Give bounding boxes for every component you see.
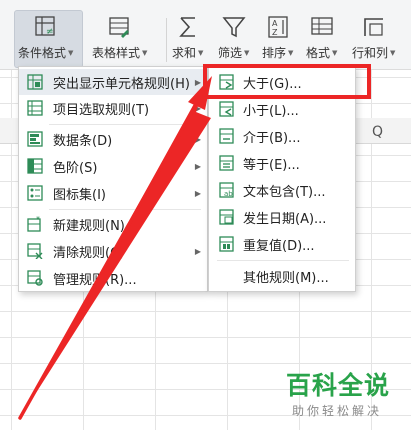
menu-item-label: 新建规则(N)...	[53, 218, 138, 234]
sort-button[interactable]: A Z 排序 ▼	[262, 14, 293, 64]
chevron-right-icon: ▶	[194, 134, 201, 144]
sum-label: 求和	[172, 46, 197, 60]
menu-item-color-scales[interactable]: 色阶(S) ▶	[19, 153, 207, 179]
table-style-label: 表格样式	[92, 46, 141, 60]
chevron-down-icon: ▼	[288, 48, 294, 57]
menu-item-manage-rules[interactable]: 管理规则(R)...	[19, 265, 207, 291]
date-occurring-icon	[219, 209, 234, 225]
icon-sets-icon	[27, 185, 43, 201]
menu-separator	[49, 209, 201, 210]
chevron-down-icon: ▼	[198, 48, 204, 57]
conditional-format-label: 条件格式	[18, 46, 67, 60]
chevron-right-icon: ▶	[194, 246, 201, 256]
chevron-down-icon: ▼	[244, 48, 250, 57]
new-rule-icon: *	[27, 216, 41, 232]
watermark-title: 百科全说	[286, 371, 391, 400]
rows-cols-button[interactable]: 行和列 ▼	[352, 14, 395, 64]
sum-button[interactable]: 求和 ▼	[172, 14, 203, 64]
menu-separator	[217, 260, 349, 261]
submenu-item-date-occurring[interactable]: 发生日期(A)...	[209, 204, 355, 230]
conditional-format-menu: 突出显示单元格规则(H) ▶ 项目选取规则(T) ▶ 数据条(D) ▶ 色阶(S…	[18, 66, 208, 292]
chevron-down-icon: ▼	[332, 48, 338, 57]
chevron-down-icon: ▼	[68, 48, 74, 57]
menu-item-new-rule[interactable]: * 新建规则(N)...	[19, 211, 207, 237]
menu-item-label: 清除规则(C)	[53, 245, 125, 261]
submenu-item-other-rules[interactable]: 其他规则(M)...	[209, 263, 355, 289]
color-scales-icon	[27, 158, 43, 174]
menu-item-label: 色阶(S)	[53, 160, 98, 176]
table-style-icon	[109, 17, 129, 38]
conditional-format-icon: ≠	[35, 16, 55, 37]
menu-separator	[49, 124, 201, 125]
submenu-item-less-than[interactable]: 小于(L)...	[209, 96, 355, 122]
watermark: 百科全说 助你轻松解决	[280, 366, 402, 426]
format-icon	[311, 17, 333, 35]
rows-cols-label: 行和列	[352, 46, 389, 60]
submenu-item-equal-to[interactable]: 等于(E)...	[209, 150, 355, 176]
between-icon	[219, 128, 234, 144]
highlight-rules-submenu: 大于(G)... 小于(L)... 介于(B)... 等于(E)... ab 文…	[208, 66, 356, 292]
submenu-item-label: 大于(G)...	[243, 76, 302, 92]
menu-item-top-bottom-rules[interactable]: 项目选取规则(T) ▶	[19, 95, 207, 121]
sigma-icon	[178, 17, 195, 37]
greater-than-icon	[219, 74, 234, 90]
submenu-item-text-contains[interactable]: ab 文本包含(T)...	[209, 177, 355, 203]
filter-label: 筛选	[218, 46, 243, 60]
table-style-button[interactable]: 表格样式 ▼	[92, 14, 147, 64]
menu-item-label: 数据条(D)	[53, 133, 113, 149]
submenu-item-label: 其他规则(M)...	[243, 270, 329, 286]
submenu-item-duplicate-values[interactable]: 重复值(D)...	[209, 231, 355, 257]
submenu-item-label: 小于(L)...	[243, 103, 299, 119]
duplicate-values-icon	[219, 236, 234, 252]
equal-to-icon	[219, 155, 234, 171]
submenu-item-greater-than[interactable]: 大于(G)...	[209, 69, 355, 95]
submenu-item-label: 发生日期(A)...	[243, 211, 327, 227]
sort-label: 排序	[262, 46, 287, 60]
menu-item-label: 项目选取规则(T)	[53, 102, 150, 118]
data-bars-icon	[27, 131, 43, 147]
svg-text:Z: Z	[272, 28, 278, 37]
ribbon-toolbar: ≠ 条件格式 ▼ 表格样式 ▼ 求和 ▼ 筛选 ▼ A Z 排序 ▼ 格式 ▼ …	[0, 0, 411, 70]
menu-item-clear-rules[interactable]: 清除规则(C) ▶	[19, 238, 207, 264]
svg-text:*: *	[36, 216, 40, 224]
top-bottom-rules-icon	[27, 100, 43, 116]
chevron-right-icon: ▶	[194, 188, 201, 198]
conditional-format-button[interactable]: ≠ 条件格式 ▼	[18, 14, 73, 64]
submenu-item-between[interactable]: 介于(B)...	[209, 123, 355, 149]
chevron-right-icon: ▶	[194, 77, 201, 87]
ribbon-separator	[166, 18, 167, 62]
submenu-item-label: 介于(B)...	[243, 130, 301, 146]
format-label: 格式	[306, 46, 331, 60]
filter-icon	[222, 17, 246, 38]
chevron-right-icon: ▶	[194, 103, 201, 113]
menu-item-icon-sets[interactable]: 图标集(I) ▶	[19, 180, 207, 206]
svg-text:ab: ab	[224, 190, 233, 198]
less-than-icon	[219, 101, 234, 117]
format-button[interactable]: 格式 ▼	[306, 14, 337, 64]
watermark-subtitle: 助你轻松解决	[292, 404, 383, 418]
filter-button[interactable]: 筛选 ▼	[218, 14, 249, 64]
highlight-rules-icon	[27, 74, 43, 90]
submenu-item-label: 重复值(D)...	[243, 238, 315, 254]
chevron-down-icon: ▼	[390, 48, 396, 57]
menu-item-data-bars[interactable]: 数据条(D) ▶	[19, 126, 207, 152]
svg-text:≠: ≠	[46, 27, 54, 37]
sort-az-icon: A Z	[268, 16, 288, 38]
menu-item-highlight-rules[interactable]: 突出显示单元格规则(H) ▶	[19, 69, 207, 95]
chevron-down-icon: ▼	[142, 48, 148, 57]
rows-columns-icon	[363, 18, 383, 36]
text-contains-icon: ab	[219, 182, 234, 198]
manage-rules-icon	[27, 270, 43, 286]
menu-item-label: 管理规则(R)...	[53, 272, 137, 288]
svg-text:A: A	[272, 19, 278, 28]
column-header-q[interactable]: Q	[372, 124, 383, 140]
chevron-right-icon: ▶	[194, 161, 201, 171]
submenu-item-label: 等于(E)...	[243, 157, 300, 173]
submenu-item-label: 文本包含(T)...	[243, 184, 326, 200]
menu-item-label: 突出显示单元格规则(H)	[53, 76, 190, 92]
clear-rules-icon	[27, 243, 43, 259]
menu-item-label: 图标集(I)	[53, 187, 106, 203]
